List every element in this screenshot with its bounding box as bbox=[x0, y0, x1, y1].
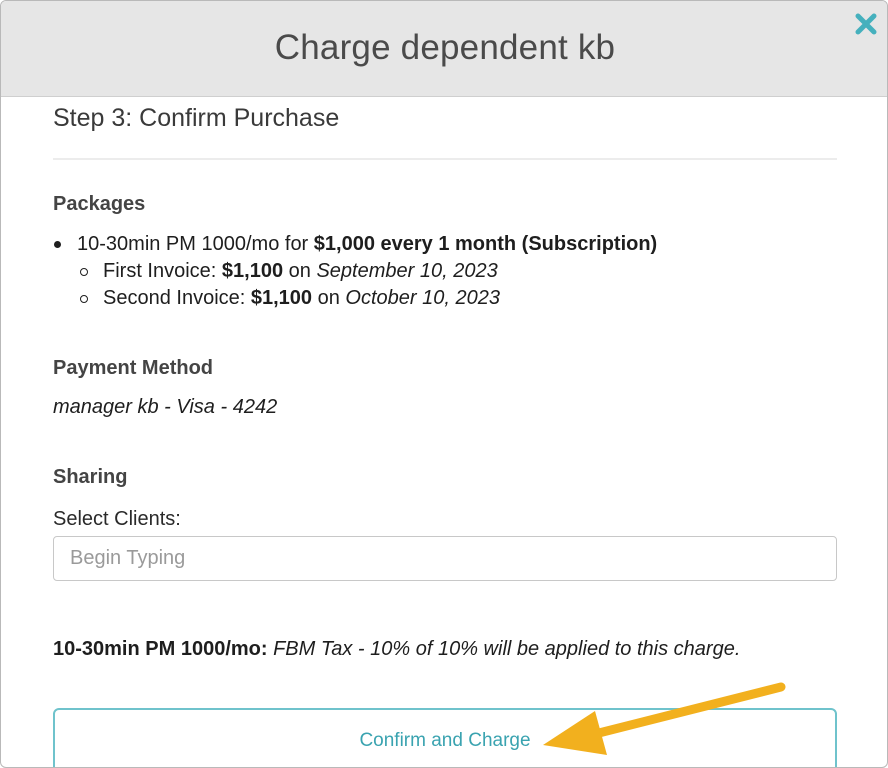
invoice-date: October 10, 2023 bbox=[345, 287, 500, 309]
package-item: 10-30min PM 1000/mo for $1,000 every 1 m… bbox=[53, 231, 657, 312]
packages-heading: Packages bbox=[53, 193, 146, 215]
divider bbox=[53, 158, 837, 160]
invoice-amount: $1,100 bbox=[250, 287, 313, 309]
invoice-label: First Invoice: bbox=[103, 260, 222, 282]
invoice-amount: $1,100 bbox=[221, 260, 284, 282]
package-price-terms: $1,000 every 1 month (Subscription) bbox=[313, 233, 658, 255]
modal-header: Charge dependent kb bbox=[1, 1, 887, 97]
payment-method-value: manager kb - Visa - 4242 bbox=[53, 396, 278, 418]
invoice-item: First Invoice: $1,100 on September 10, 2… bbox=[77, 258, 657, 285]
invoice-connector: on bbox=[283, 260, 317, 282]
confirm-and-charge-button[interactable]: Confirm and Charge bbox=[53, 708, 837, 767]
charge-modal: Charge dependent kb Step 3: Confirm Purc… bbox=[0, 0, 888, 768]
close-x-icon[interactable] bbox=[849, 7, 883, 41]
bullet-disc-icon bbox=[54, 241, 61, 248]
tax-note-package: 10-30min PM 1000/mo: bbox=[53, 638, 268, 660]
select-clients-label: Select Clients: bbox=[53, 508, 181, 530]
invoice-label: Second Invoice: bbox=[103, 287, 251, 309]
select-clients-input[interactable] bbox=[53, 536, 837, 581]
tax-note-description: FBM Tax - 10% of 10% will be applied to … bbox=[273, 638, 741, 660]
payment-method-heading: Payment Method bbox=[53, 357, 214, 379]
invoice-list: First Invoice: $1,100 on September 10, 2… bbox=[77, 258, 657, 312]
close-x-icon-graphic bbox=[855, 13, 877, 35]
tax-note: 10-30min PM 1000/mo: FBM Tax - 10% of 10… bbox=[53, 638, 740, 661]
bullet-circle-icon bbox=[80, 268, 88, 276]
invoice-date: September 10, 2023 bbox=[316, 260, 498, 282]
bullet-circle-icon bbox=[80, 295, 88, 303]
invoice-connector: on bbox=[312, 287, 346, 309]
package-list: 10-30min PM 1000/mo for $1,000 every 1 m… bbox=[53, 231, 657, 312]
step-title: Step 3: Confirm Purchase bbox=[53, 104, 340, 132]
modal-title: Charge dependent kb bbox=[274, 28, 616, 67]
sharing-heading: Sharing bbox=[53, 466, 128, 488]
invoice-item: Second Invoice: $1,100 on October 10, 20… bbox=[77, 285, 657, 312]
package-name: 10-30min PM 1000/mo for bbox=[77, 233, 314, 255]
